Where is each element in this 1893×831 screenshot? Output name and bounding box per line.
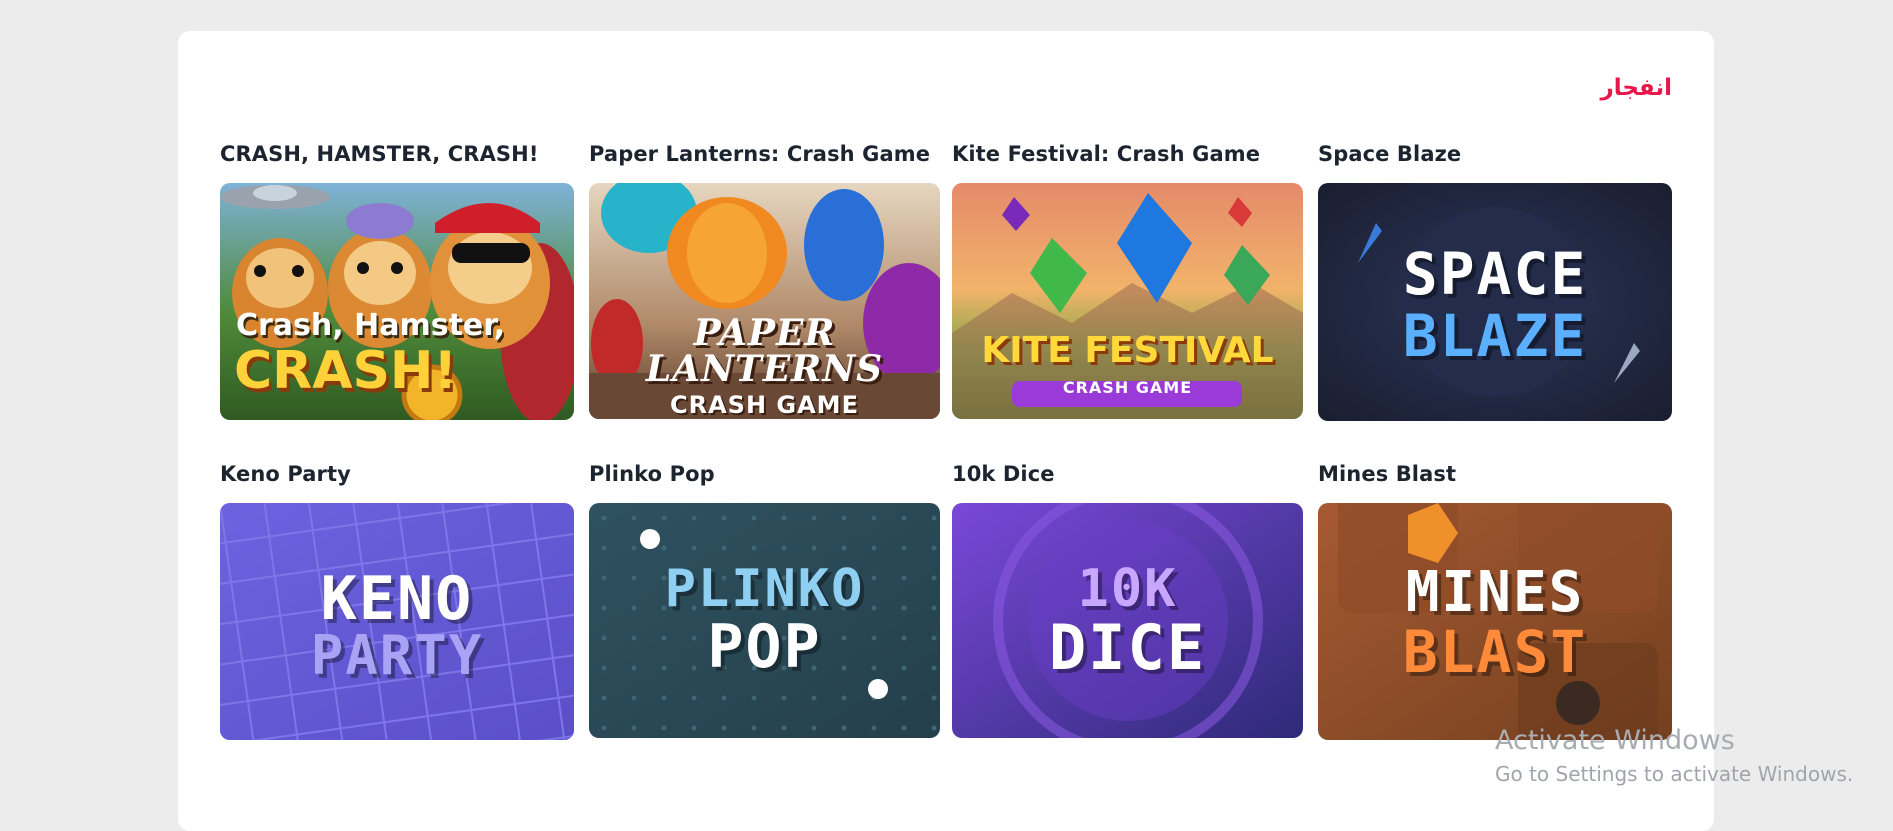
logo-line-1: MINES [1405, 560, 1585, 625]
game-logo: SPACE BLAZE [1318, 245, 1672, 365]
game-thumbnail[interactable]: PAPER LANTERNS CRASH GAME [589, 183, 940, 419]
logo-line-2: DICE [1048, 611, 1207, 684]
game-title[interactable]: Kite Festival: Crash Game [952, 140, 1303, 168]
windows-activation-watermark: Activate Windows Go to Settings to activ… [1495, 725, 1853, 786]
logo-line-2: PARTY [310, 624, 484, 687]
game-title[interactable]: Plinko Pop [589, 460, 940, 488]
game-title[interactable]: Keno Party [220, 460, 574, 488]
logo-line-1: KENO [320, 564, 474, 634]
game-card-space-blaze[interactable]: Space Blaze SPACE BLAZE [1318, 140, 1672, 421]
logo-line-2: CRASH! [234, 341, 458, 401]
logo-line-1: PLINKO [664, 559, 865, 619]
game-thumbnail[interactable]: KITE FESTIVAL CRASH GAME [952, 183, 1303, 419]
logo-line-2: BLAZE [1402, 302, 1588, 370]
game-thumbnail[interactable]: SPACE BLAZE [1318, 183, 1672, 421]
logo-line-2: POP [707, 612, 822, 682]
game-card-mines-blast[interactable]: Mines Blast MINES BLAST [1318, 460, 1672, 740]
watermark-title: Activate Windows [1495, 725, 1735, 756]
logo-line-1: PAPER LANTERNS [645, 312, 884, 390]
game-title[interactable]: Paper Lanterns: Crash Game [589, 140, 940, 168]
game-thumbnail[interactable]: PLINKO POP [589, 503, 940, 738]
logo-line-1: Crash, Hamster, [236, 308, 506, 343]
game-logo: Crash, Hamster, CRASH! [220, 308, 574, 401]
game-title[interactable]: 10k Dice [952, 460, 1303, 488]
game-logo: KENO PARTY [220, 569, 574, 683]
game-card-keno-party[interactable]: Keno Party KENO PARTY [220, 460, 574, 740]
game-logo: PLINKO POP [589, 563, 940, 677]
game-thumbnail[interactable]: 10K DICE [952, 503, 1303, 738]
crash-games-panel: انفجار CRASH, HAMSTER, CRASH! Crash, Ham… [178, 31, 1714, 831]
game-thumbnail[interactable]: MINES BLAST [1318, 503, 1672, 740]
game-card-kite-festival[interactable]: Kite Festival: Crash Game KITE FESTIVAL … [952, 140, 1303, 419]
logo-line-2: CRASH GAME [670, 391, 859, 419]
game-logo: MINES BLAST [1318, 560, 1672, 686]
game-logo: 10K DICE [952, 563, 1303, 679]
logo-line-2: BLAST [1402, 618, 1588, 686]
game-card-10k-dice[interactable]: 10k Dice 10K DICE [952, 460, 1303, 738]
game-thumbnail[interactable]: Crash, Hamster, CRASH! [220, 183, 574, 420]
game-card-crash-hamster[interactable]: CRASH, HAMSTER, CRASH! Crash, Hamster, C… [220, 140, 574, 420]
logo-line-1: 10K [1077, 559, 1178, 619]
game-logo: KITE FESTIVAL CRASH GAME [952, 333, 1303, 396]
game-card-plinko-pop[interactable]: Plinko Pop PLINKO POP [589, 460, 940, 738]
game-card-paper-lanterns[interactable]: Paper Lanterns: Crash Game PAPER LANTERN… [589, 140, 940, 419]
section-title: انفجار [1600, 75, 1672, 101]
game-logo: PAPER LANTERNS CRASH GAME [589, 315, 940, 417]
logo-line-1: SPACE [1402, 240, 1588, 308]
watermark-subtitle: Go to Settings to activate Windows. [1495, 762, 1854, 786]
game-title[interactable]: CRASH, HAMSTER, CRASH! [220, 140, 574, 168]
logo-line-1: KITE FESTIVAL [981, 330, 1274, 371]
game-title[interactable]: Mines Blast [1318, 460, 1672, 488]
game-title[interactable]: Space Blaze [1318, 140, 1672, 168]
game-thumbnail[interactable]: KENO PARTY [220, 503, 574, 740]
logo-line-2: CRASH GAME [1062, 378, 1193, 397]
